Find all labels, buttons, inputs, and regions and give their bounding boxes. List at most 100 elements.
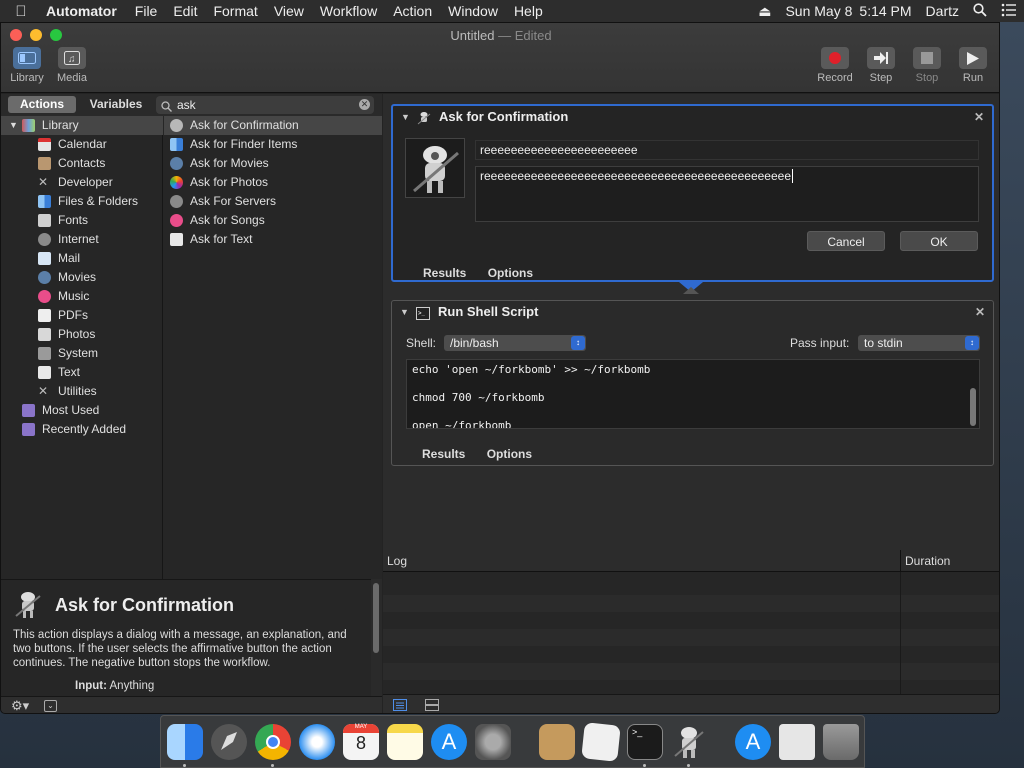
clear-search-icon[interactable]: ✕ xyxy=(359,99,370,110)
close-action-icon[interactable]: ✕ xyxy=(975,301,985,323)
options-tab[interactable]: Options xyxy=(487,447,532,461)
spotlight-search-icon[interactable] xyxy=(966,2,994,20)
action-ask-for-photos[interactable]: Ask for Photos xyxy=(164,173,382,192)
search-icon xyxy=(161,99,172,117)
cancel-button-preview[interactable]: Cancel xyxy=(807,231,885,251)
app-store-dock-icon[interactable]: A xyxy=(431,724,467,760)
gear-icon[interactable]: ⚙▾ xyxy=(11,698,29,713)
app-store-download-dock-icon[interactable]: A xyxy=(735,724,771,760)
category-pdfs[interactable]: PDFs xyxy=(38,306,88,325)
smart-group-recently-added[interactable]: Recently Added xyxy=(22,420,126,439)
variables-tab[interactable]: Variables xyxy=(81,96,151,113)
menu-edit[interactable]: Edit xyxy=(165,3,205,19)
menu-help[interactable]: Help xyxy=(506,3,551,19)
message-field[interactable]: reeeeeeeeeeeeeeeeeeeeeee xyxy=(475,140,979,160)
textedit-dock-icon[interactable] xyxy=(581,722,621,762)
disclosure-down-icon[interactable]: ▼ xyxy=(401,106,410,128)
record-toolbar-button[interactable]: Record xyxy=(815,47,855,84)
running-indicator xyxy=(271,764,274,767)
menubar-time[interactable]: 5:14 PM xyxy=(859,3,918,19)
step-toolbar-button[interactable]: Step xyxy=(861,47,901,84)
launchpad-dock-icon[interactable] xyxy=(211,724,247,760)
menu-window[interactable]: Window xyxy=(440,3,506,19)
ok-button-preview[interactable]: OK xyxy=(900,231,978,251)
action-ask-for-text[interactable]: Ask for Text xyxy=(164,230,382,249)
category-calendar[interactable]: Calendar xyxy=(38,135,107,154)
menu-format[interactable]: Format xyxy=(205,3,265,19)
apple-menu-icon[interactable]:  xyxy=(0,3,42,20)
script-scrollbar[interactable] xyxy=(970,388,976,426)
downloads-file-dock-icon[interactable] xyxy=(779,724,815,760)
utilities-icon: ✕ xyxy=(38,384,49,398)
smart-group-most-used[interactable]: Most Used xyxy=(22,401,99,420)
safari-dock-icon[interactable] xyxy=(299,724,335,760)
menu-file[interactable]: File xyxy=(127,3,166,19)
options-tab[interactable]: Options xyxy=(488,266,533,280)
photos-icon xyxy=(38,328,51,341)
chrome-dock-icon[interactable] xyxy=(255,724,291,760)
category-internet[interactable]: Internet xyxy=(38,230,99,249)
description-body: This action displays a dialog with a mes… xyxy=(13,629,347,669)
explanation-field[interactable]: reeeeeeeeeeeeeeeeeeeeeeeeeeeeeeeeeeeeeee… xyxy=(475,166,979,222)
stop-toolbar-button[interactable]: Stop xyxy=(907,47,947,84)
terminal-dock-icon[interactable]: >_ xyxy=(627,724,663,760)
shell-popup[interactable]: /bin/bash ↕ xyxy=(444,335,586,351)
action-ask-for-songs[interactable]: Ask for Songs xyxy=(164,211,382,230)
menubar-user[interactable]: Dartz xyxy=(919,3,966,19)
search-input[interactable]: ask xyxy=(177,96,196,114)
menu-workflow[interactable]: Workflow xyxy=(312,3,385,19)
calendar-dock-icon[interactable]: MAY 8 xyxy=(343,724,379,760)
pass-input-popup[interactable]: to stdin ↕ xyxy=(858,335,980,351)
library-toolbar-button[interactable]: Library xyxy=(7,47,47,84)
columns-view-icon[interactable] xyxy=(425,699,439,713)
run-toolbar-button[interactable]: Run xyxy=(953,47,993,84)
category-photos[interactable]: Photos xyxy=(38,325,95,344)
actions-tab[interactable]: Actions xyxy=(8,96,76,113)
category-system[interactable]: System xyxy=(38,344,98,363)
category-contacts[interactable]: Contacts xyxy=(38,154,105,173)
category-fonts[interactable]: Fonts xyxy=(38,211,88,230)
category-utilities[interactable]: ✕ Utilities xyxy=(38,382,97,401)
script-editor[interactable]: echo 'open ~/forkbomb' >> ~/forkbomb chm… xyxy=(406,359,980,429)
finder-dock-icon[interactable] xyxy=(167,724,203,760)
action-ask-for-servers[interactable]: Ask For Servers xyxy=(164,192,382,211)
category-files-folders[interactable]: Files & Folders xyxy=(38,192,138,211)
description-scrollbar[interactable] xyxy=(371,579,382,699)
log-column-header[interactable]: Log xyxy=(387,554,407,568)
results-tab[interactable]: Results xyxy=(422,447,465,461)
action-ask-for-finder-items[interactable]: Ask for Finder Items xyxy=(164,135,382,154)
category-developer[interactable]: ✕ Developer xyxy=(38,173,113,192)
eject-icon[interactable]: ⏏ xyxy=(751,3,778,20)
results-tab[interactable]: Results xyxy=(423,266,466,280)
ask-for-confirmation-action[interactable]: ▼ Ask for Confirmation ✕ reeeeeeeeeeeeee… xyxy=(391,104,994,282)
disclosure-down-icon[interactable]: ▼ xyxy=(9,116,18,135)
menu-view[interactable]: View xyxy=(266,3,312,19)
list-view-icon[interactable] xyxy=(393,699,407,713)
media-icon: ♫ xyxy=(58,47,86,69)
menu-action[interactable]: Action xyxy=(385,3,440,19)
category-mail[interactable]: Mail xyxy=(38,249,80,268)
category-movies[interactable]: Movies xyxy=(38,268,96,287)
run-shell-script-action[interactable]: ▼ >_ Run Shell Script ✕ Shell: /bin/bash… xyxy=(391,300,994,466)
category-music[interactable]: Music xyxy=(38,287,89,306)
system-preferences-dock-icon[interactable] xyxy=(475,724,511,760)
trash-icon[interactable] xyxy=(823,724,859,760)
description-toggle-icon[interactable]: ⌄ xyxy=(44,700,57,712)
popup-arrows-icon: ↕ xyxy=(571,336,585,350)
notification-center-icon[interactable] xyxy=(994,3,1024,20)
developer-icon: ✕ xyxy=(38,175,49,189)
notes-dock-icon[interactable] xyxy=(387,724,423,760)
library-root[interactable]: ▼ Library xyxy=(1,116,163,135)
media-toolbar-button[interactable]: ♫ Media xyxy=(52,47,92,84)
library-search-field[interactable]: ask ✕ xyxy=(156,96,374,114)
category-text[interactable]: Text xyxy=(38,363,80,382)
action-results-list: Ask for Confirmation Ask for Finder Item… xyxy=(164,116,382,596)
disclosure-down-icon[interactable]: ▼ xyxy=(400,301,409,323)
duration-column-header[interactable]: Duration xyxy=(905,554,950,568)
action-ask-for-movies[interactable]: Ask for Movies xyxy=(164,154,382,173)
close-action-icon[interactable]: ✕ xyxy=(974,106,984,128)
action-ask-for-confirmation[interactable]: Ask for Confirmation xyxy=(164,116,382,135)
automator-dock-icon[interactable] xyxy=(671,724,707,760)
app-menu[interactable]: Automator xyxy=(42,3,127,19)
contacts-dock-icon[interactable] xyxy=(539,724,575,760)
